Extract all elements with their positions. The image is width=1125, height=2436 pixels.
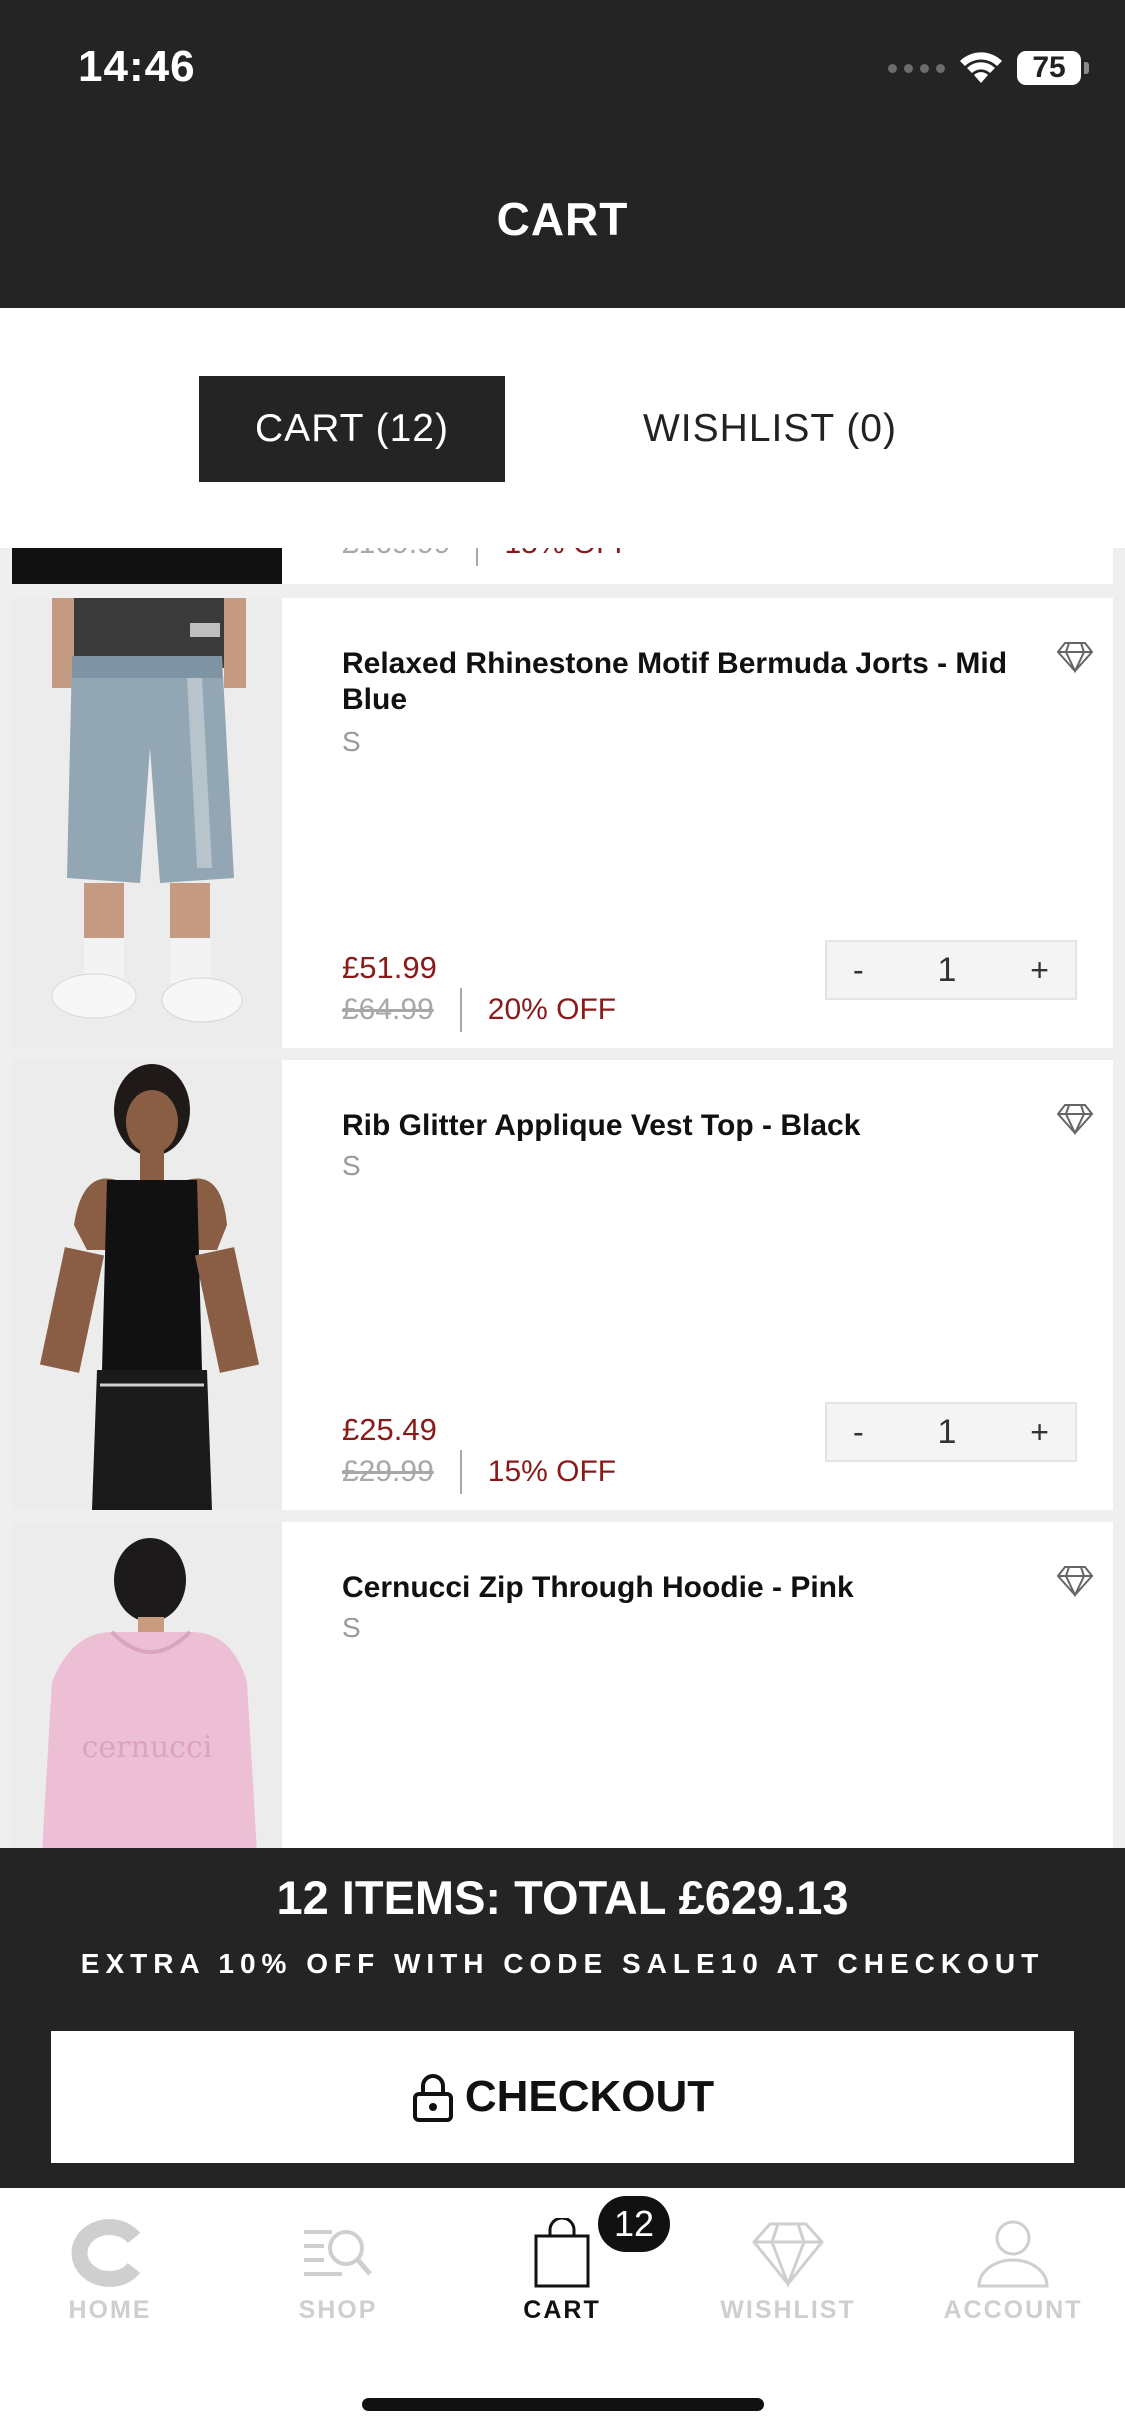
product-image[interactable] (12, 548, 282, 584)
user-icon (977, 2220, 1049, 2288)
quantity-stepper: - 1 + (825, 940, 1077, 1000)
nav-home[interactable]: HOME (10, 2218, 210, 2325)
nav-account-label: ACCOUNT (943, 2296, 1083, 2324)
product-name[interactable]: Cernucci Zip Through Hoodie - Pink (342, 1570, 1022, 1606)
diamond-icon (752, 2222, 824, 2288)
home-indicator (362, 2398, 764, 2411)
diamond-icon[interactable] (1055, 1102, 1095, 1136)
nav-shop[interactable]: SHOP (238, 2218, 438, 2325)
cart-item: £169.99 15% OFF (12, 548, 1113, 584)
nav-wishlist[interactable]: WISHLIST (688, 2218, 888, 2325)
sale-price: £25.49 (342, 1412, 437, 1447)
checkout-button[interactable]: CHECKOUT (51, 2031, 1074, 2163)
status-icons: 75 (888, 48, 1089, 88)
app-header: 14:46 75 CART (0, 0, 1125, 308)
nav-cart-label: CART (523, 2296, 601, 2324)
page-title: CART (496, 193, 629, 245)
status-time: 14:46 (78, 42, 196, 91)
increment-button[interactable]: + (1030, 952, 1049, 989)
discount-label: 15% OFF (487, 1455, 617, 1488)
product-name[interactable]: Rib Glitter Applique Vest Top - Black (342, 1108, 1022, 1144)
wifi-icon (960, 52, 1002, 83)
discount-label: 15% OFF (504, 548, 632, 561)
tab-cart[interactable]: CART (12) (199, 376, 505, 482)
divider (476, 548, 479, 566)
cart-summary: 12 ITEMS: TOTAL £629.13 EXTRA 10% OFF WI… (0, 1848, 1125, 2188)
search-list-icon (304, 2230, 372, 2276)
nav-wishlist-label: WISHLIST (720, 2296, 856, 2324)
product-size: S (342, 1612, 361, 1643)
cart-item: cernucci Cernucci Zip Through Hoodie - P… (12, 1522, 1113, 1848)
nav-shop-label: SHOP (298, 2296, 378, 2324)
checkout-label: CHECKOUT (464, 2072, 715, 2121)
product-image[interactable] (12, 598, 282, 1048)
signal-icon (888, 63, 945, 73)
bag-icon (534, 2218, 590, 2288)
promo-text: EXTRA 10% OFF WITH CODE SALE10 AT CHECKO… (80, 1948, 1045, 1979)
sale-price: £51.99 (342, 950, 437, 985)
cart-item: Relaxed Rhinestone Motif Bermuda Jorts -… (12, 598, 1113, 1048)
product-name[interactable]: Relaxed Rhinestone Motif Bermuda Jorts -… (342, 646, 1022, 718)
original-price: £169.99 (342, 548, 450, 561)
product-size: S (342, 726, 361, 757)
quantity-value: 1 (937, 950, 957, 989)
divider (459, 988, 462, 1032)
tab-wishlist[interactable]: WISHLIST (0) (610, 376, 930, 482)
decrement-button[interactable]: - (853, 1414, 864, 1451)
svg-text:cernucci: cernucci (82, 1730, 213, 1765)
cart-tabs: CART (12) WISHLIST (0) (0, 308, 1125, 548)
lock-icon (412, 2074, 453, 2122)
nav-account[interactable]: ACCOUNT (913, 2218, 1113, 2325)
quantity-value: 1 (937, 1412, 957, 1451)
cart-items-list[interactable]: £169.99 15% OFF (0, 548, 1125, 1848)
battery-icon: 75 (1017, 51, 1089, 85)
decrement-button[interactable]: - (853, 952, 864, 989)
product-image[interactable] (12, 1060, 282, 1510)
divider (459, 1450, 462, 1494)
diamond-icon[interactable] (1055, 640, 1095, 674)
original-price: £64.99 (342, 993, 434, 1026)
cart-item: Rib Glitter Applique Vest Top - Black S … (12, 1060, 1113, 1510)
original-price: £29.99 (342, 1455, 434, 1488)
cart-count-badge: 12 (598, 2196, 670, 2252)
increment-button[interactable]: + (1030, 1414, 1049, 1451)
product-image[interactable]: cernucci (12, 1522, 282, 1848)
logo-icon (71, 2219, 141, 2287)
product-size: S (342, 1150, 361, 1181)
nav-home-label: HOME (68, 2296, 152, 2324)
discount-label: 20% OFF (487, 993, 617, 1026)
quantity-stepper: - 1 + (825, 1402, 1077, 1462)
diamond-icon[interactable] (1055, 1564, 1095, 1598)
cart-total: 12 ITEMS: TOTAL £629.13 (276, 1871, 849, 1924)
